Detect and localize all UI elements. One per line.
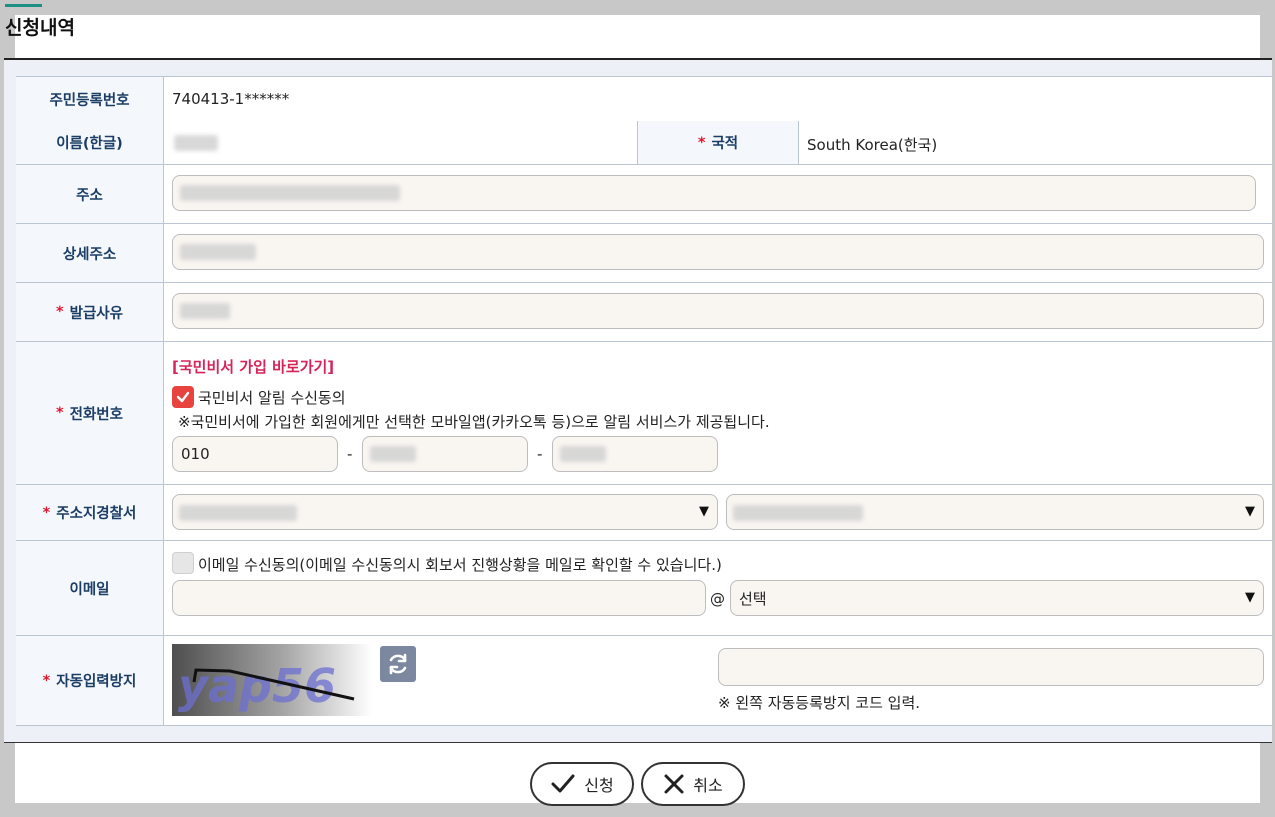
phone-label: * 전화번호 <box>16 342 164 484</box>
phone-value-cell: [국민비서 가입 바로가기] 국민비서 알림 수신동의 ※국민비서에 가입한 회… <box>164 342 1272 484</box>
detail-address-input[interactable] <box>172 234 1264 270</box>
police-label: * 주소지경찰서 <box>16 485 164 540</box>
captcha-input[interactable] <box>718 648 1264 686</box>
phone-dash-2: - <box>537 445 543 463</box>
captcha-value-cell: yap56 ※ 왼쪽 자동등록방지 코드 입력. <box>164 636 1272 725</box>
cancel-button-label: 취소 <box>693 776 723 795</box>
captcha-label: * 자동입력방지 <box>16 636 164 725</box>
issue-reason-row: * 발급사유 <box>16 283 1272 342</box>
captcha-image: yap56 <box>172 644 372 716</box>
email-id-input[interactable] <box>172 580 706 616</box>
phone-part1-input[interactable] <box>172 436 338 472</box>
address-label: 주소 <box>16 165 164 223</box>
rrn-value-cell: 740413-1****** <box>164 77 1272 121</box>
chevron-down-icon: ▼ <box>699 504 709 519</box>
captcha-row: * 자동입력방지 yap56 ※ 왼쪽 자동등록방지 코드 입력. <box>16 636 1272 726</box>
email-at-sign: @ <box>710 590 725 608</box>
detail-address-value-cell <box>164 224 1272 282</box>
police-station-redacted <box>733 505 863 521</box>
checkmark-icon <box>176 391 190 403</box>
police-province-redacted <box>179 505 297 521</box>
submit-button-label: 신청 <box>584 776 614 795</box>
captcha-text: yap56 <box>178 659 336 713</box>
phone-row: * 전화번호 [국민비서 가입 바로가기] 국민비서 알림 수신동의 ※국민비서에… <box>16 342 1272 485</box>
captcha-note: ※ 왼쪽 자동등록방지 코드 입력. <box>718 694 921 712</box>
email-domain-select[interactable]: 선택 ▼ <box>730 580 1264 616</box>
detail-address-value-redacted <box>180 244 256 260</box>
email-value-cell: 이메일 수신동의(이메일 수신동의시 회보서 진행상황을 메일로 확인할 수 있… <box>164 541 1272 635</box>
title-accent-bar <box>5 4 42 7</box>
phone-dash-1: - <box>347 445 353 463</box>
police-value-cell: ▼ ▼ <box>164 485 1272 540</box>
address-row: 주소 <box>16 165 1272 224</box>
address-value-cell <box>164 165 1272 223</box>
phone-part3-redacted <box>560 446 606 462</box>
chevron-down-icon: ▼ <box>1245 504 1255 519</box>
kookmin-biseo-join-link[interactable]: [국민비서 가입 바로가기] <box>172 356 334 377</box>
police-station-select[interactable]: ▼ <box>726 494 1264 530</box>
chevron-down-icon: ▼ <box>1245 590 1255 605</box>
email-row: 이메일 이메일 수신동의(이메일 수신동의시 회보서 진행상황을 메일로 확인할… <box>16 541 1272 636</box>
close-icon <box>664 774 684 794</box>
email-label: 이메일 <box>16 541 164 635</box>
rrn-label: 주민등록번호 <box>16 77 164 121</box>
application-form: 주민등록번호 740413-1****** 이름(한글) * 국적 South K… <box>4 60 1272 743</box>
police-row: * 주소지경찰서 ▼ ▼ <box>16 485 1272 541</box>
page-title: 신청내역 <box>5 17 75 39</box>
captcha-refresh-button[interactable] <box>380 646 416 682</box>
refresh-icon <box>389 653 407 675</box>
issue-reason-value-cell <box>164 283 1272 341</box>
police-province-select[interactable]: ▼ <box>172 494 718 530</box>
detail-address-label: 상세주소 <box>16 224 164 282</box>
notification-consent-checkbox[interactable] <box>172 386 194 408</box>
notification-consent-label: 국민비서 알림 수신동의 <box>198 389 346 407</box>
submit-button[interactable]: 신청 <box>530 762 634 806</box>
check-icon <box>551 774 575 793</box>
cancel-button[interactable]: 취소 <box>641 762 745 806</box>
email-consent-label: 이메일 수신동의(이메일 수신동의시 회보서 진행상황을 메일로 확인할 수 있… <box>198 556 722 574</box>
email-domain-value: 선택 <box>739 589 767 608</box>
phone-part2-redacted <box>370 446 416 462</box>
issue-reason-input[interactable] <box>172 293 1264 329</box>
nationality-value: South Korea(한국) <box>807 136 938 154</box>
notification-consent-note: ※국민비서에 가입한 회원에게만 선택한 모바일앱(카카오톡 등)으로 알림 서… <box>178 413 770 431</box>
name-value-redacted <box>174 135 218 151</box>
address-value-redacted <box>180 185 400 201</box>
detail-address-row: 상세주소 <box>16 224 1272 283</box>
name-label: 이름(한글) <box>16 121 164 164</box>
issue-reason-label: * 발급사유 <box>16 283 164 341</box>
rrn-row: 주민등록번호 740413-1****** <box>16 76 1272 122</box>
email-consent-checkbox[interactable] <box>172 552 194 574</box>
name-row: 이름(한글) * 국적 South Korea(한국) <box>16 121 1272 165</box>
name-value-cell: * 국적 South Korea(한국) <box>164 121 1272 164</box>
nationality-label: * 국적 <box>637 121 799 164</box>
rrn-value: 740413-1****** <box>172 90 290 108</box>
issue-reason-value-redacted <box>180 303 230 319</box>
